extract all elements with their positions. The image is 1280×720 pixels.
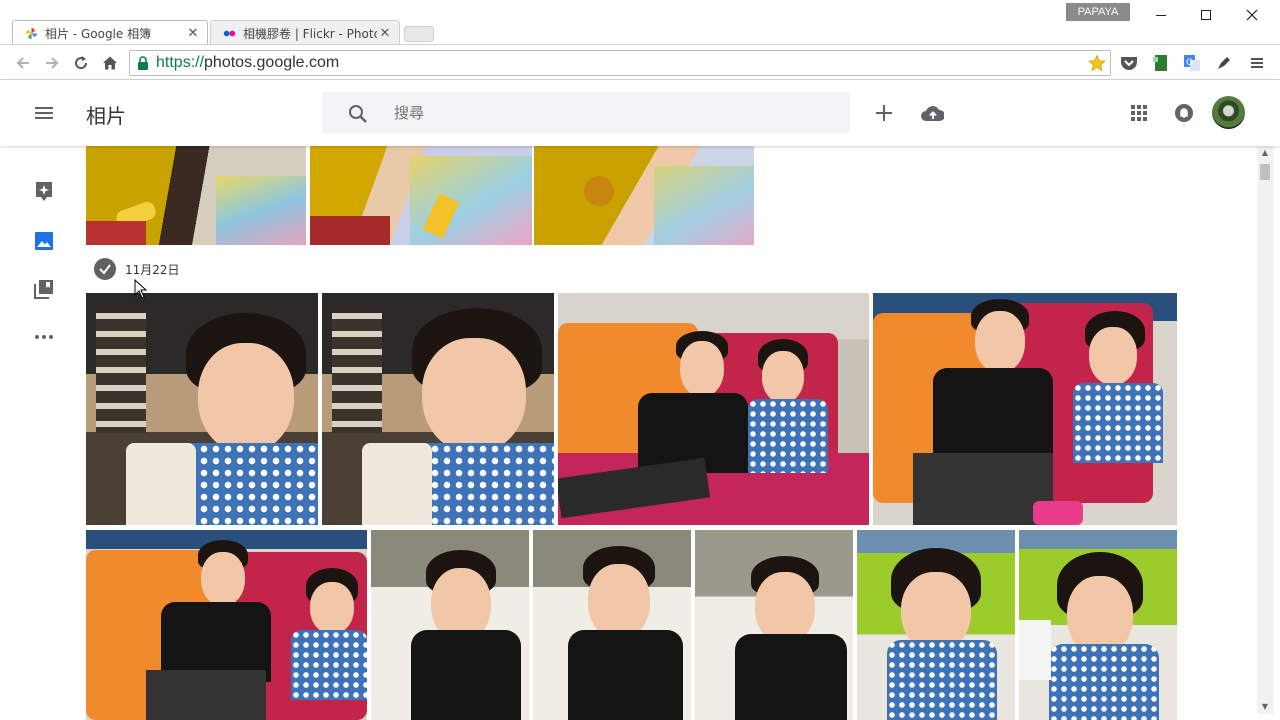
date-label: 11月22日 xyxy=(125,262,180,277)
upload-button[interactable] xyxy=(920,101,944,125)
bookmark-star-icon[interactable] xyxy=(1088,54,1106,72)
photo-thumbnail[interactable] xyxy=(857,530,1015,720)
close-window-button[interactable] xyxy=(1229,2,1275,28)
mouse-cursor-icon xyxy=(134,279,148,299)
address-bar[interactable]: https://photos.google.com xyxy=(129,50,1111,76)
tab-flickr[interactable]: 相機膠卷 | Flickr - Photo ✕ xyxy=(210,20,400,45)
pen-extension[interactable] xyxy=(1214,53,1234,73)
close-tab-icon[interactable]: ✕ xyxy=(185,26,201,41)
photo-thumbnail[interactable] xyxy=(534,146,754,245)
translate-extension[interactable]: G xyxy=(1182,53,1202,73)
page-scrollbar[interactable]: ▲ ▼ xyxy=(1257,146,1273,714)
profile-badge[interactable]: PAPAYA xyxy=(1066,3,1130,21)
arrow-right-icon xyxy=(46,57,59,69)
photo-thumbnail[interactable] xyxy=(86,530,367,720)
reload-icon xyxy=(75,56,88,70)
main-menu-button[interactable] xyxy=(32,101,56,125)
photo-thumbnail[interactable] xyxy=(695,530,853,720)
more-icon xyxy=(35,335,53,339)
close-tab-icon[interactable]: ✕ xyxy=(377,26,393,41)
url-scheme: https:// xyxy=(156,54,205,71)
photo-thumbnail[interactable] xyxy=(1019,530,1177,720)
photo-thumbnail[interactable] xyxy=(873,293,1177,525)
pocket-extension[interactable] xyxy=(1119,53,1139,73)
checkmark-icon xyxy=(99,264,111,275)
home-icon xyxy=(103,56,117,70)
photo-thumbnail[interactable] xyxy=(310,146,532,245)
svg-text:G: G xyxy=(1186,58,1193,68)
apps-grid-icon xyxy=(1131,105,1147,121)
scroll-down-arrow-icon[interactable]: ▼ xyxy=(1257,700,1273,714)
close-icon xyxy=(1246,9,1258,21)
home-button[interactable] xyxy=(100,53,120,73)
tab-google-photos[interactable]: 相片 - Google 相簿 ✕ xyxy=(12,20,208,45)
cloud-upload-icon xyxy=(921,106,944,121)
photo-thumbnail[interactable] xyxy=(86,293,318,525)
browser-toolbar: https://photos.google.com G xyxy=(0,44,1280,80)
tab-label: 相機膠卷 | Flickr - Photo xyxy=(243,26,377,41)
search-bar[interactable] xyxy=(322,92,850,134)
photo-thumbnail[interactable] xyxy=(322,293,554,525)
scroll-up-arrow-icon[interactable]: ▲ xyxy=(1257,146,1273,160)
photo-thumbnail[interactable] xyxy=(86,146,306,245)
reload-button[interactable] xyxy=(71,53,91,73)
page-title: 相片 xyxy=(86,104,126,128)
note-icon xyxy=(1153,55,1167,71)
photos-app-bar: 相片 xyxy=(0,80,1280,146)
photos-icon xyxy=(35,232,53,250)
photo-thumbnail[interactable] xyxy=(558,293,869,525)
side-navigation xyxy=(0,146,86,720)
hamburger-menu-icon xyxy=(1251,58,1263,68)
notification-bell-icon xyxy=(1175,104,1193,122)
back-button[interactable] xyxy=(13,53,33,73)
pen-icon xyxy=(1218,57,1230,69)
google-photos-pinwheel-icon xyxy=(25,27,38,39)
lock-icon xyxy=(138,56,148,70)
evernote-extension[interactable] xyxy=(1150,53,1170,73)
notifications-button[interactable] xyxy=(1172,101,1196,125)
url-host: photos.google.com xyxy=(204,54,340,71)
create-button[interactable] xyxy=(872,101,896,125)
maximize-button[interactable] xyxy=(1183,2,1229,28)
albums-icon xyxy=(34,280,53,299)
forward-button[interactable] xyxy=(42,53,62,73)
flickr-dots-icon xyxy=(223,30,236,36)
apps-launcher-button[interactable] xyxy=(1127,101,1151,125)
photo-thumbnail[interactable] xyxy=(371,530,529,720)
new-tab-button[interactable] xyxy=(404,26,434,42)
nav-albums[interactable] xyxy=(32,277,56,301)
tab-label: 相片 - Google 相簿 xyxy=(45,26,152,41)
photo-grid: 11月22日 xyxy=(86,146,1256,720)
plus-icon xyxy=(876,105,892,121)
minimize-icon xyxy=(1156,15,1166,16)
search-icon[interactable] xyxy=(346,102,370,126)
menu-icon xyxy=(35,107,53,119)
date-group-header: 11月22日 xyxy=(94,258,180,280)
translate-icon: G xyxy=(1184,55,1200,71)
account-avatar[interactable] xyxy=(1212,96,1245,129)
search-input[interactable] xyxy=(394,100,814,126)
nav-more[interactable] xyxy=(32,325,56,349)
pocket-icon xyxy=(1121,57,1137,70)
chrome-menu-button[interactable] xyxy=(1247,53,1267,73)
arrow-left-icon xyxy=(16,57,29,69)
minimize-button[interactable] xyxy=(1138,2,1184,28)
assistant-icon xyxy=(36,182,52,201)
select-group-checkbox[interactable] xyxy=(94,258,116,280)
nav-photos[interactable] xyxy=(32,229,56,253)
scrollbar-thumb[interactable] xyxy=(1260,164,1270,180)
photo-thumbnail[interactable] xyxy=(533,530,691,720)
maximize-icon xyxy=(1201,10,1211,20)
browser-titlebar: 相片 - Google 相簿 ✕ 相機膠卷 | Flickr - Photo ✕… xyxy=(0,0,1280,45)
nav-assistant[interactable] xyxy=(32,180,56,204)
